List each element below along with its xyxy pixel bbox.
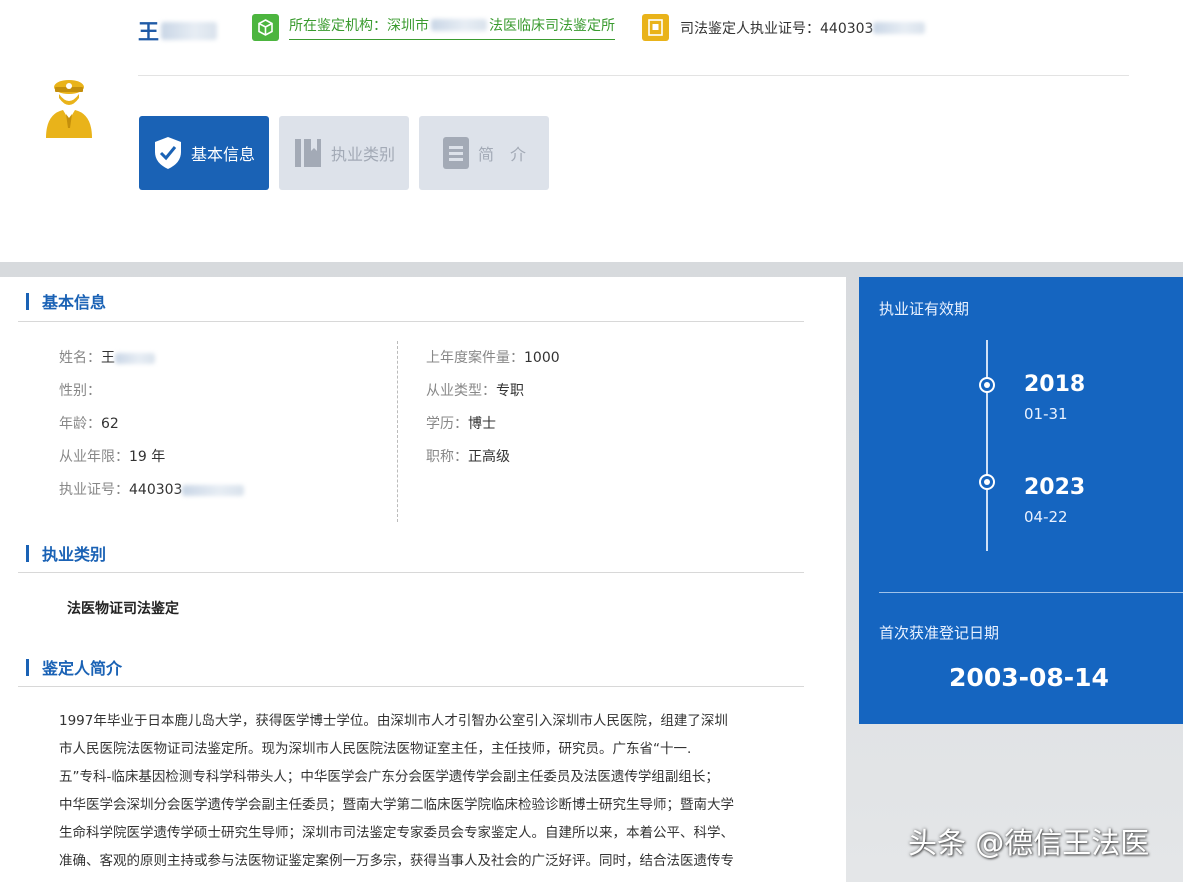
institution-prefix: 所在鉴定机构：深圳市 bbox=[289, 18, 429, 34]
info-value: 440303 bbox=[129, 482, 183, 498]
info-row-age: 年龄： 62 bbox=[59, 408, 244, 441]
tab-introduction[interactable]: 简 介 bbox=[419, 116, 549, 190]
redacted-license bbox=[873, 21, 926, 34]
info-row-cases: 上年度案件量： 1000 bbox=[426, 342, 560, 375]
section-marker bbox=[26, 292, 29, 310]
section-divider bbox=[18, 321, 804, 322]
first-registration-label: 首次获准登记日期 bbox=[879, 624, 1000, 642]
column-divider bbox=[397, 341, 398, 522]
institution-link[interactable]: 所在鉴定机构：深圳市 法医临床司法鉴定所 bbox=[289, 15, 615, 40]
timeline-dot-end bbox=[979, 474, 995, 490]
cube-icon bbox=[252, 14, 279, 41]
info-row-gender: 性别： bbox=[59, 375, 244, 408]
intro-line: 中华医学会深圳分会医学遗传学会副主任委员；暨南大学第二临床医学院临床检验诊断博士… bbox=[59, 797, 734, 813]
info-label: 姓名： bbox=[59, 350, 101, 366]
redacted-institution bbox=[431, 19, 487, 31]
info-label: 年龄： bbox=[59, 416, 101, 432]
redacted-value bbox=[115, 353, 155, 364]
section-title-intro: 鉴定人简介 bbox=[26, 655, 122, 679]
name-text: 王 bbox=[138, 20, 159, 44]
end-year: 2023 bbox=[1024, 475, 1086, 500]
section-divider bbox=[18, 572, 804, 573]
info-row-years: 从业年限： 19 年 bbox=[59, 441, 244, 474]
section-title-text: 鉴定人简介 bbox=[42, 659, 123, 678]
tab-label: 简 介 bbox=[477, 145, 526, 164]
license-validity-panel: 执业证有效期 2018 01-31 2023 04-22 首次获准登记日期 20… bbox=[859, 277, 1183, 724]
info-value: 王 bbox=[101, 350, 115, 366]
intro-line: 生命科学院医学遗传学硕士研究生导师；深圳市司法鉴定专家委员会专家鉴定人。自建所以… bbox=[59, 825, 734, 841]
tab-basic-info[interactable]: 基本信息 bbox=[139, 116, 269, 190]
watermark: 头条 @德信王法医 bbox=[908, 826, 1150, 860]
info-value: 1000 bbox=[524, 350, 560, 366]
license-text: 司法鉴定人执业证号：440303 bbox=[680, 20, 874, 37]
tab-bar: 基本信息 执业类别 简 介 bbox=[139, 116, 549, 190]
info-label: 性别： bbox=[59, 383, 101, 399]
section-title-category: 执业类别 bbox=[26, 541, 106, 565]
section-title-basic: 基本信息 bbox=[26, 289, 106, 313]
info-value: 正高级 bbox=[468, 449, 510, 465]
redacted-value bbox=[182, 485, 245, 496]
officer-avatar-icon bbox=[46, 80, 92, 138]
start-year: 2018 bbox=[1024, 372, 1086, 397]
info-label: 从业年限： bbox=[59, 449, 129, 465]
person-name: 王 bbox=[138, 16, 217, 46]
section-divider bbox=[18, 686, 804, 687]
timeline-dot-start bbox=[979, 377, 995, 393]
basic-info-right: 上年度案件量： 1000 从业类型： 专职 学历： 博士 职称： 正高级 bbox=[426, 342, 560, 474]
institution-info[interactable]: 所在鉴定机构：深圳市 法医临床司法鉴定所 bbox=[252, 14, 615, 41]
header: 王 所在鉴定机构：深圳市 法医临床司法鉴定所 司法鉴定人执业证号：440303 … bbox=[0, 0, 1183, 262]
timeline-line bbox=[986, 340, 988, 551]
intro-line: 1997年毕业于日本鹿儿岛大学，获得医学博士学位。由深圳市人才引智办公室引入深圳… bbox=[59, 713, 728, 729]
section-marker bbox=[26, 658, 29, 676]
redacted-name bbox=[161, 22, 217, 40]
certificate-icon bbox=[642, 14, 669, 41]
introduction-text: 1997年毕业于日本鹿儿岛大学，获得医学博士学位。由深圳市人才引智办公室引入深圳… bbox=[59, 707, 771, 875]
start-month-day: 01-31 bbox=[1024, 405, 1068, 423]
section-title-text: 执业类别 bbox=[42, 545, 107, 564]
practice-category-item: 法医物证司法鉴定 bbox=[67, 601, 179, 617]
info-row-license: 执业证号： 440303 bbox=[59, 474, 245, 507]
info-value: 62 bbox=[101, 416, 119, 432]
info-value: 博士 bbox=[468, 416, 496, 432]
book-icon bbox=[294, 139, 321, 167]
intro-line: 五”专科-临床基因检测专科学科带头人；中华医学会广东分会医学遗传学会副主任委员及… bbox=[59, 769, 719, 785]
tab-label: 基本信息 bbox=[190, 145, 255, 164]
info-label: 职称： bbox=[426, 449, 468, 465]
first-registration-date: 2003-08-14 bbox=[949, 663, 1109, 692]
shield-check-icon bbox=[154, 137, 181, 169]
info-row-name: 姓名： 王 bbox=[59, 342, 244, 375]
basic-info-left: 姓名： 王 性别： 年龄： 62 从业年限： 19 年 执业证号： 440303 bbox=[59, 342, 245, 507]
tab-practice-category[interactable]: 执业类别 bbox=[279, 116, 409, 190]
section-title-text: 基本信息 bbox=[42, 293, 107, 312]
section-marker bbox=[26, 544, 29, 562]
info-label: 执业证号： bbox=[59, 482, 129, 498]
license-number: 司法鉴定人执业证号：440303 bbox=[642, 14, 926, 41]
intro-line: 市人民医院法医物证司法鉴定所。现为深圳市人民医院法医物证室主任，主任技师，研究员… bbox=[59, 741, 692, 757]
institution-suffix: 法医临床司法鉴定所 bbox=[489, 18, 615, 34]
document-icon bbox=[442, 137, 469, 169]
panel-divider bbox=[879, 592, 1183, 593]
intro-line: 准确、客观的原则主持或参与法医物证鉴定案例一万多宗，获得当事人及社会的广泛好评。… bbox=[59, 853, 734, 869]
info-label: 上年度案件量： bbox=[426, 350, 524, 366]
validity-label: 执业证有效期 bbox=[879, 300, 970, 318]
info-label: 从业类型： bbox=[426, 383, 496, 399]
end-month-day: 04-22 bbox=[1024, 508, 1068, 526]
info-row-education: 学历： 博士 bbox=[426, 408, 560, 441]
info-row-title: 职称： 正高级 bbox=[426, 441, 560, 474]
info-row-type: 从业类型： 专职 bbox=[426, 375, 560, 408]
header-divider bbox=[138, 75, 1129, 76]
tab-label: 执业类别 bbox=[330, 145, 395, 164]
info-value: 专职 bbox=[496, 383, 524, 399]
info-label: 学历： bbox=[426, 416, 468, 432]
info-value: 19 年 bbox=[129, 449, 166, 465]
